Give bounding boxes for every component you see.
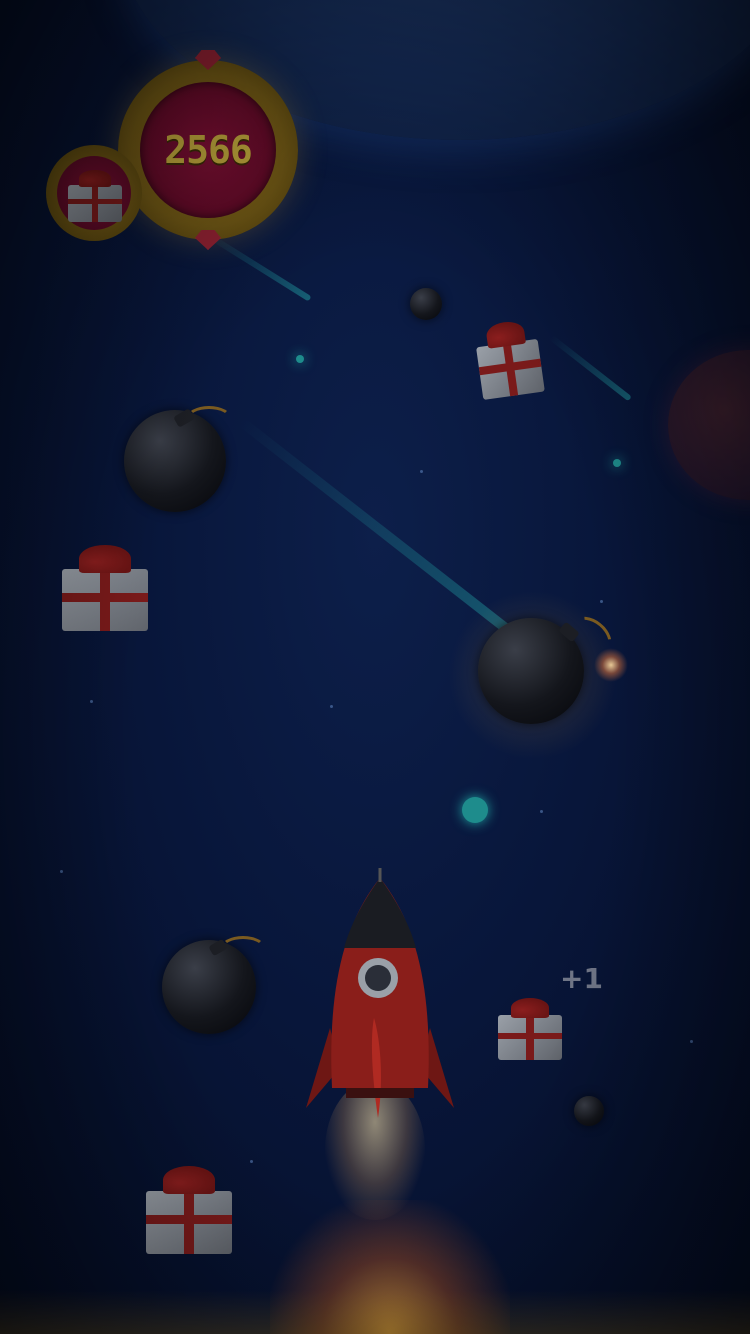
star [250, 1160, 253, 1163]
gift-icon [62, 545, 148, 631]
score-display: 2566 [140, 82, 276, 218]
bomb-icon [574, 1096, 604, 1126]
gift-icon [498, 998, 562, 1060]
bomb-fuse [186, 406, 232, 432]
planet-right [668, 350, 750, 500]
rocket-nose [344, 878, 416, 948]
ground-glow [0, 1290, 750, 1334]
rocket-window [365, 965, 391, 991]
comet-streak [549, 335, 632, 402]
star [600, 600, 603, 603]
comet-streak [206, 232, 312, 302]
rocket-nozzle [346, 1088, 414, 1098]
score-value: 2566 [164, 128, 253, 172]
comet-head [462, 797, 488, 823]
gift-icon [68, 170, 122, 222]
comet-head [296, 355, 304, 363]
star [540, 810, 543, 813]
star [90, 700, 93, 703]
bomb-fuse [220, 936, 266, 962]
star [60, 870, 63, 873]
star [330, 705, 333, 708]
gift-icon [473, 318, 545, 400]
bonus-popup: +1 [560, 962, 603, 995]
rocket-icon[interactable] [300, 868, 460, 1128]
gift-icon [146, 1166, 232, 1254]
game-stage[interactable]: 2566 +1 [0, 0, 750, 1334]
comet-head [613, 459, 621, 467]
star [420, 470, 423, 473]
star [690, 1040, 693, 1043]
fuse-spark [594, 648, 628, 682]
bomb-icon [410, 288, 442, 320]
